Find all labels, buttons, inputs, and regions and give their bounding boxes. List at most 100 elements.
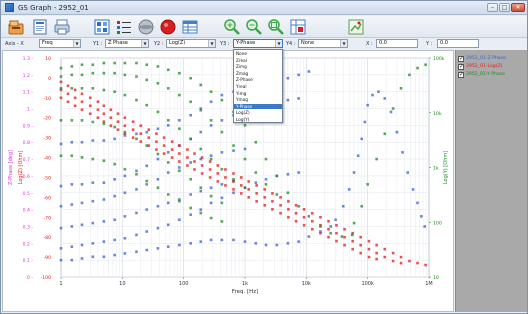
data-point bbox=[199, 130, 203, 134]
data-point bbox=[80, 108, 84, 112]
checkbox[interactable] bbox=[458, 63, 464, 71]
data-point bbox=[220, 238, 224, 242]
data-point bbox=[80, 243, 84, 247]
dropdown-option[interactable]: Ymag bbox=[234, 97, 282, 102]
dropdown-option[interactable]: Zimg bbox=[234, 64, 282, 69]
data-point bbox=[123, 191, 127, 195]
data-point bbox=[286, 191, 290, 195]
data-point bbox=[335, 223, 338, 227]
zoom-out-button[interactable] bbox=[245, 18, 263, 36]
data-point bbox=[178, 119, 181, 122]
plot-area[interactable]: 1 10 100 1k 10k 100k 1M Freq. [Hz] 1.3 -1.2 -1.1… bbox=[2, 50, 454, 312]
title-bar[interactable]: GS Graph - 2952_01 – □ ✕ bbox=[1, 1, 527, 15]
data-point bbox=[297, 204, 300, 208]
data-point bbox=[59, 80, 63, 84]
data-point bbox=[135, 188, 138, 191]
data-point bbox=[287, 208, 290, 211]
data-point bbox=[209, 154, 213, 158]
dropdown-option[interactable]: Z-Phase bbox=[234, 77, 282, 82]
data-point bbox=[102, 198, 106, 201]
data-point bbox=[178, 169, 181, 173]
data-point bbox=[302, 208, 306, 211]
data-point bbox=[263, 204, 267, 207]
data-point bbox=[209, 124, 213, 127]
record-button[interactable] bbox=[159, 18, 177, 36]
data-point bbox=[88, 104, 92, 108]
y1-select[interactable]: Z Phase ▼ bbox=[105, 39, 149, 48]
y1-tick-label: 0.6 - bbox=[23, 174, 34, 180]
y-coordinate-field[interactable]: 0.0 bbox=[437, 39, 479, 48]
gray-sphere-button[interactable] bbox=[137, 18, 155, 36]
data-point bbox=[255, 192, 258, 195]
legend-item-z-phase[interactable]: 2952_01-Z Phase bbox=[458, 55, 526, 63]
export-image-button[interactable] bbox=[347, 18, 365, 36]
y3-select[interactable]: Y-Phase ▼ bbox=[233, 39, 283, 48]
open-file-button[interactable] bbox=[7, 18, 25, 36]
data-point bbox=[156, 127, 160, 131]
legend-list-button[interactable] bbox=[115, 18, 133, 36]
zoom-fit-button[interactable] bbox=[267, 18, 285, 36]
legend-item-log-z[interactable]: 2952_01-Log(Z) bbox=[458, 63, 526, 71]
data-point bbox=[139, 124, 143, 127]
dropdown-option[interactable]: Yreal bbox=[234, 84, 282, 89]
print-button[interactable] bbox=[53, 18, 71, 36]
y2-select[interactable]: Log(Z) ▼ bbox=[166, 39, 216, 48]
data-point bbox=[178, 218, 181, 222]
axis-x-select[interactable]: Freq ▼ bbox=[39, 39, 81, 48]
save-button[interactable] bbox=[31, 18, 49, 36]
x-tick-label: 100 bbox=[179, 281, 189, 287]
dropdown-option[interactable]: Log(Y) bbox=[234, 117, 282, 122]
minimize-button[interactable]: – bbox=[487, 3, 498, 12]
data-point bbox=[178, 166, 181, 169]
graph-settings-button[interactable] bbox=[93, 18, 111, 36]
data-point bbox=[208, 168, 212, 171]
data-point bbox=[286, 76, 290, 80]
legend-item-y-phase[interactable]: 2952_01-Y Phase bbox=[458, 71, 526, 79]
data-point bbox=[307, 235, 311, 238]
x-coordinate-field[interactable]: 0.0 bbox=[376, 39, 418, 48]
chevron-down-icon: ▼ bbox=[275, 40, 282, 47]
chart-svg[interactable]: 1 10 100 1k 10k 100k 1MFreq. [Hz]1.3 -1.2 -1.1… bbox=[3, 51, 453, 311]
y4-select[interactable]: None ▼ bbox=[298, 39, 348, 48]
checkbox[interactable] bbox=[458, 71, 464, 79]
maximize-icon: □ bbox=[501, 4, 508, 11]
data-point bbox=[59, 119, 63, 122]
checkbox[interactable] bbox=[458, 55, 464, 63]
y2-tick-label: -40 bbox=[43, 156, 51, 162]
data-point bbox=[145, 164, 149, 168]
dropdown-option[interactable]: Y-Phase bbox=[234, 103, 282, 109]
table-view-button[interactable] bbox=[181, 18, 199, 36]
data-point bbox=[239, 192, 243, 195]
dropdown-option[interactable]: Zreal bbox=[234, 58, 282, 63]
chevron-down-icon: ▼ bbox=[73, 40, 80, 47]
data-point bbox=[347, 188, 351, 191]
data-point bbox=[383, 247, 387, 251]
maximize-button[interactable]: □ bbox=[499, 3, 510, 12]
data-point bbox=[59, 66, 63, 70]
data-point bbox=[351, 247, 354, 251]
data-point bbox=[102, 255, 106, 259]
export-data-button[interactable] bbox=[289, 18, 307, 36]
legend-label: 2952_01-Log(Z) bbox=[466, 64, 503, 69]
dropdown-option[interactable]: Zmag bbox=[234, 71, 282, 76]
data-point bbox=[59, 258, 63, 262]
data-point bbox=[102, 104, 106, 108]
data-point bbox=[162, 144, 166, 147]
dropdown-option[interactable]: Yimg bbox=[234, 91, 282, 96]
close-button[interactable]: ✕ bbox=[511, 3, 525, 12]
zoom-in-button[interactable] bbox=[223, 18, 241, 36]
data-point bbox=[319, 225, 322, 228]
data-point bbox=[239, 176, 243, 179]
data-point bbox=[80, 201, 84, 205]
y3-tick-label: 10 bbox=[433, 275, 439, 281]
data-point bbox=[359, 235, 363, 239]
data-point bbox=[70, 140, 74, 144]
y3-dropdown-list[interactable]: None Zreal Zimg Zmag Z-Phase Yreal Yimg Ymag Y-P… bbox=[233, 49, 283, 123]
data-point bbox=[360, 204, 364, 208]
dropdown-option[interactable]: None bbox=[234, 51, 282, 56]
data-point bbox=[383, 132, 387, 136]
data-point bbox=[170, 148, 174, 151]
dropdown-option[interactable]: Log(Z) bbox=[234, 110, 282, 115]
data-point bbox=[371, 93, 374, 97]
data-point bbox=[135, 132, 138, 136]
